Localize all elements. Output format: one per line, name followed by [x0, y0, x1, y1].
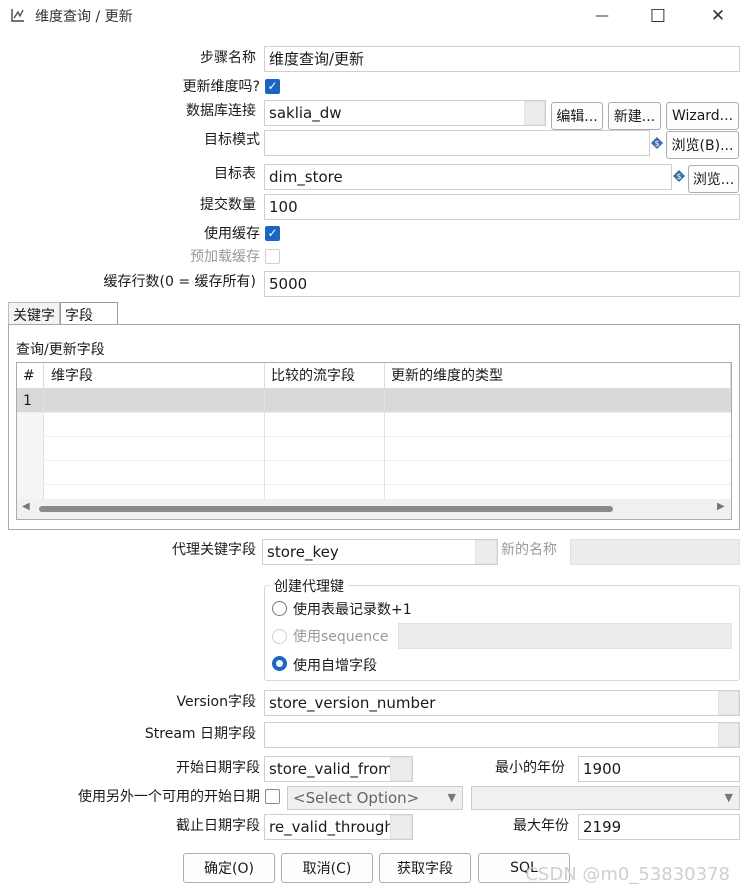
chevron-down-icon: ▼	[447, 791, 456, 804]
empty-row	[17, 461, 731, 485]
new-connection-button[interactable]: 新建...	[608, 102, 661, 130]
browse-schema-button[interactable]: 浏览(B)...	[666, 131, 739, 159]
column-header-num[interactable]: #	[17, 363, 44, 389]
maximize-button[interactable]: ☐	[636, 0, 680, 32]
target-table-input[interactable]: dim_store	[264, 164, 672, 190]
preload-cache-checkbox[interactable]	[265, 249, 280, 264]
dim-field-cell[interactable]	[44, 389, 265, 413]
horizontal-scrollbar[interactable]: ◀ ▶	[17, 499, 731, 519]
stream-field-cell[interactable]	[265, 389, 385, 413]
alt-start-type-select[interactable]: <Select Option> ▼	[287, 786, 463, 810]
max-year-input[interactable]: 2199	[578, 814, 740, 840]
window-title: 维度查询 / 更新	[35, 9, 133, 25]
surrogate-key-label: 代理关键字段	[172, 542, 256, 558]
column-header-update-type[interactable]: 更新的维度的类型	[385, 363, 731, 389]
svg-text:$: $	[676, 172, 681, 181]
stream-date-dropdown[interactable]	[718, 723, 739, 747]
svg-text:$: $	[654, 139, 659, 148]
watermark: CSDN @m0_53830378	[525, 864, 730, 885]
radio-sequence-label: 使用sequence	[293, 629, 389, 645]
empty-row	[17, 413, 731, 437]
cache-rows-input[interactable]: 5000	[264, 271, 740, 297]
use-cache-checkbox[interactable]: ✓	[265, 226, 280, 241]
column-header-stream-field[interactable]: 比较的流字段	[265, 363, 385, 389]
max-year-label: 最大年份	[513, 818, 569, 834]
target-schema-input[interactable]	[264, 130, 650, 156]
update-type-cell[interactable]	[385, 389, 731, 413]
version-field-dropdown[interactable]	[718, 691, 739, 715]
tab-keys[interactable]: 关键字	[8, 302, 60, 324]
min-year-input[interactable]: 1900	[578, 756, 740, 782]
variable-icon: $	[673, 170, 685, 182]
update-dimension-checkbox[interactable]: ✓	[265, 79, 280, 94]
variable-icon: $	[651, 137, 663, 149]
commit-size-input[interactable]: 100	[264, 194, 740, 220]
alt-start-type-value: <Select Option>	[293, 789, 420, 807]
db-connection-dropdown[interactable]	[524, 101, 545, 125]
new-name-label: 新的名称	[501, 542, 557, 558]
radio-table-max-label: 使用表最记录数+1	[293, 602, 412, 618]
alt-start-date-checkbox[interactable]	[265, 789, 280, 804]
chevron-down-icon: ▼	[724, 791, 733, 804]
scroll-right-icon[interactable]: ▶	[717, 501, 725, 512]
create-surrogate-key-title: 创建代理键	[270, 576, 348, 596]
start-date-label: 开始日期字段	[176, 760, 260, 776]
radio-autoincrement[interactable]	[272, 656, 287, 671]
maximize-icon: ☐	[649, 5, 667, 27]
close-icon: ✕	[710, 6, 726, 26]
stream-date-select[interactable]	[264, 722, 740, 748]
row-number: 1	[17, 389, 44, 413]
target-table-label: 目标表	[214, 166, 256, 182]
end-date-label: 截止日期字段	[176, 818, 260, 834]
alt-start-field-select[interactable]: ▼	[471, 786, 740, 810]
scrollbar-thumb[interactable]	[39, 506, 613, 512]
radio-autoincrement-label: 使用自增字段	[293, 658, 377, 674]
browse-table-button[interactable]: 浏览...	[688, 165, 739, 193]
surrogate-key-dropdown[interactable]	[475, 540, 497, 564]
table-row[interactable]: 1	[17, 389, 731, 413]
empty-row	[17, 485, 731, 499]
title-bar: 维度查询 / 更新 — ☐ ✕	[0, 0, 742, 32]
column-header-dim-field[interactable]: 维字段	[44, 363, 265, 389]
fields-section-title: 查询/更新字段	[16, 342, 105, 358]
edit-connection-button[interactable]: 编辑...	[551, 102, 603, 130]
wizard-button[interactable]: Wizard...	[666, 102, 739, 130]
target-schema-label: 目标模式	[204, 132, 260, 148]
update-dimension-label: 更新维度吗?	[182, 79, 260, 95]
minimize-icon: —	[595, 8, 609, 24]
step-name-label: 步骤名称	[200, 50, 256, 66]
tab-fields[interactable]: 字段	[60, 302, 118, 325]
close-button[interactable]: ✕	[696, 0, 740, 32]
cancel-button[interactable]: 取消(C)	[281, 853, 373, 883]
step-name-input[interactable]: 维度查询/更新	[264, 46, 740, 72]
app-icon	[11, 9, 24, 22]
version-field-select[interactable]: store_version_number	[264, 690, 740, 716]
sequence-name-input[interactable]	[398, 623, 732, 649]
cache-rows-label: 缓存行数(0 = 缓存所有)	[103, 274, 256, 290]
surrogate-key-select[interactable]: store_key	[262, 539, 498, 565]
min-year-label: 最小的年份	[495, 760, 565, 776]
radio-sequence[interactable]	[272, 629, 287, 644]
db-connection-select[interactable]: saklia_dw	[264, 100, 546, 126]
db-connection-label: 数据库连接	[186, 103, 256, 119]
get-fields-button[interactable]: 获取字段	[379, 853, 471, 883]
scroll-left-icon[interactable]: ◀	[22, 501, 30, 512]
fields-table: # 维字段 比较的流字段 更新的维度的类型 1 ◀ ▶	[16, 362, 732, 520]
alt-start-date-label: 使用另外一个可用的开始日期	[78, 789, 260, 805]
commit-size-label: 提交数量	[200, 197, 256, 213]
preload-cache-label: 预加载缓存	[190, 249, 260, 265]
empty-row	[17, 437, 731, 461]
start-date-dropdown[interactable]	[390, 757, 412, 781]
radio-table-max[interactable]	[272, 601, 287, 616]
new-name-input[interactable]	[570, 539, 740, 565]
use-cache-label: 使用缓存	[204, 226, 260, 242]
end-date-dropdown[interactable]	[390, 815, 412, 839]
ok-button[interactable]: 确定(O)	[183, 853, 275, 883]
minimize-button[interactable]: —	[580, 0, 624, 32]
version-field-label: Version字段	[176, 694, 256, 710]
stream-date-label: Stream 日期字段	[144, 726, 256, 742]
